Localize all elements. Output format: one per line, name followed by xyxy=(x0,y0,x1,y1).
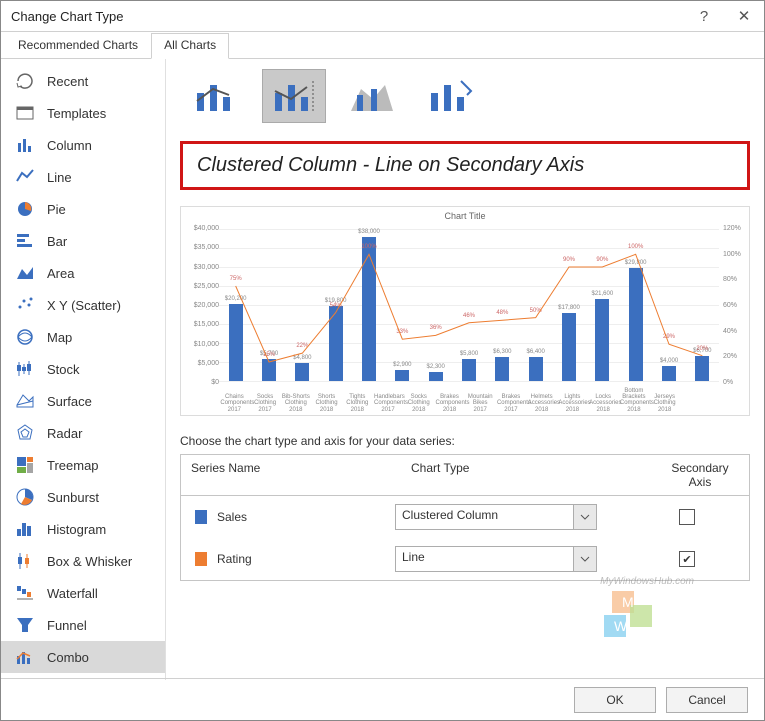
sidebar-item-label: Funnel xyxy=(47,618,87,633)
sidebar-item-sunburst[interactable]: Sunburst xyxy=(1,481,165,513)
recent-icon xyxy=(15,71,35,91)
column-icon xyxy=(15,135,35,155)
waterfall-icon xyxy=(15,583,35,603)
sidebar-item-label: Stock xyxy=(47,362,80,377)
sidebar-item-label: Recent xyxy=(47,74,88,89)
subtype-heading: Clustered Column - Line on Secondary Axi… xyxy=(180,141,750,190)
sidebar-item-combo[interactable]: Combo xyxy=(1,641,165,673)
sidebar-item-label: Area xyxy=(47,266,74,281)
sidebar-item-x-y-scatter-[interactable]: X Y (Scatter) xyxy=(1,289,165,321)
subtype-gallery xyxy=(184,69,750,123)
series-config-table: Series Name Chart Type Secondary Axis Sa… xyxy=(180,454,750,581)
sidebar-item-box-whisker[interactable]: Box & Whisker xyxy=(1,545,165,577)
sidebar-item-stock[interactable]: Stock xyxy=(1,353,165,385)
sidebar-item-label: Treemap xyxy=(47,458,99,473)
subtype-stacked-area-column[interactable] xyxy=(340,69,404,123)
chart-type-dropdown[interactable]: Clustered Column xyxy=(395,504,597,530)
templates-icon xyxy=(15,103,35,123)
sidebar-item-label: Combo xyxy=(47,650,89,665)
series-name: Sales xyxy=(217,510,247,524)
dialog-footer: OK Cancel xyxy=(1,678,764,720)
sidebar-item-label: Line xyxy=(47,170,72,185)
area-icon xyxy=(15,263,35,283)
sidebar-item-templates[interactable]: Templates xyxy=(1,97,165,129)
sidebar-item-line[interactable]: Line xyxy=(1,161,165,193)
subtype-custom-combo[interactable] xyxy=(418,69,482,123)
sidebar-item-label: Map xyxy=(47,330,72,345)
sidebar-item-radar[interactable]: Radar xyxy=(1,417,165,449)
treemap-icon xyxy=(15,455,35,475)
subtype-clustered-column-line[interactable] xyxy=(184,69,248,123)
col-secondary-axis: Secondary Axis xyxy=(651,455,749,495)
close-button[interactable]: ✕ xyxy=(724,1,764,31)
change-chart-type-dialog: Change Chart Type ? ✕ Recommended Charts… xyxy=(0,0,765,721)
sidebar-item-treemap[interactable]: Treemap xyxy=(1,449,165,481)
subtype-pane: Clustered Column - Line on Secondary Axi… xyxy=(166,59,764,680)
series-row-sales: Sales Clustered Column xyxy=(181,496,749,538)
col-chart-type: Chart Type xyxy=(401,455,651,495)
subtype-clustered-column-line-secondary[interactable] xyxy=(262,69,326,123)
tab-recommended-charts[interactable]: Recommended Charts xyxy=(5,33,151,59)
combo-icon xyxy=(15,647,35,667)
radar-icon xyxy=(15,423,35,443)
chart-type-value: Line xyxy=(396,547,573,571)
sidebar-item-area[interactable]: Area xyxy=(1,257,165,289)
subtype-heading-text: Clustered Column - Line on Secondary Axi… xyxy=(197,154,584,176)
window-title: Change Chart Type xyxy=(11,9,684,24)
series-swatch-icon xyxy=(195,552,207,566)
surface-icon xyxy=(15,391,35,411)
sidebar-item-label: Column xyxy=(47,138,92,153)
sidebar-item-histogram[interactable]: Histogram xyxy=(1,513,165,545)
chart-type-list: Recent Templates Column Line Pie Bar Area X Y (… xyxy=(1,59,166,680)
pie-icon xyxy=(15,199,35,219)
sidebar-item-label: X Y (Scatter) xyxy=(47,298,121,313)
sunburst-icon xyxy=(15,487,35,507)
tab-all-charts[interactable]: All Charts xyxy=(151,33,229,59)
funnel-icon xyxy=(15,615,35,635)
series-row-rating: Rating Line ✔ xyxy=(181,538,749,580)
map-icon xyxy=(15,327,35,347)
chevron-down-icon xyxy=(573,505,596,529)
chevron-down-icon xyxy=(573,547,596,571)
sidebar-item-label: Radar xyxy=(47,426,82,441)
sidebar-item-label: Pie xyxy=(47,202,66,217)
series-name: Rating xyxy=(217,552,252,566)
series-swatch-icon xyxy=(195,510,207,524)
sidebar-item-column[interactable]: Column xyxy=(1,129,165,161)
sidebar-item-label: Templates xyxy=(47,106,106,121)
sidebar-item-funnel[interactable]: Funnel xyxy=(1,609,165,641)
secondary-axis-checkbox[interactable] xyxy=(679,509,695,525)
series-config-prompt: Choose the chart type and axis for your … xyxy=(180,434,750,448)
sidebar-item-label: Waterfall xyxy=(47,586,98,601)
title-bar: Change Chart Type ? ✕ xyxy=(1,1,764,32)
histogram-icon xyxy=(15,519,35,539)
sidebar-item-bar[interactable]: Bar xyxy=(1,225,165,257)
sidebar-item-label: Histogram xyxy=(47,522,106,537)
sidebar-item-label: Surface xyxy=(47,394,92,409)
col-series-name: Series Name xyxy=(181,455,401,495)
ok-button[interactable]: OK xyxy=(574,687,656,713)
chart-preview[interactable]: Chart Title $20,20075%$5,70015%$4,80022%… xyxy=(180,206,750,416)
sidebar-item-label: Box & Whisker xyxy=(47,554,132,569)
chart-title: Chart Title xyxy=(187,211,743,221)
bar-icon xyxy=(15,231,35,251)
cancel-button[interactable]: Cancel xyxy=(666,687,748,713)
sidebar-item-label: Sunburst xyxy=(47,490,99,505)
help-button[interactable]: ? xyxy=(684,1,724,31)
chart-type-dropdown[interactable]: Line xyxy=(395,546,597,572)
sidebar-item-surface[interactable]: Surface xyxy=(1,385,165,417)
stock-icon xyxy=(15,359,35,379)
sidebar-item-waterfall[interactable]: Waterfall xyxy=(1,577,165,609)
chart-type-value: Clustered Column xyxy=(396,505,573,529)
sidebar-item-recent[interactable]: Recent xyxy=(1,65,165,97)
sidebar-item-map[interactable]: Map xyxy=(1,321,165,353)
x-y-scatter--icon xyxy=(15,295,35,315)
box-whisker-icon xyxy=(15,551,35,571)
tab-strip: Recommended Charts All Charts xyxy=(1,32,764,59)
line-icon xyxy=(15,167,35,187)
sidebar-item-pie[interactable]: Pie xyxy=(1,193,165,225)
sidebar-item-label: Bar xyxy=(47,234,67,249)
secondary-axis-checkbox[interactable]: ✔ xyxy=(679,551,695,567)
